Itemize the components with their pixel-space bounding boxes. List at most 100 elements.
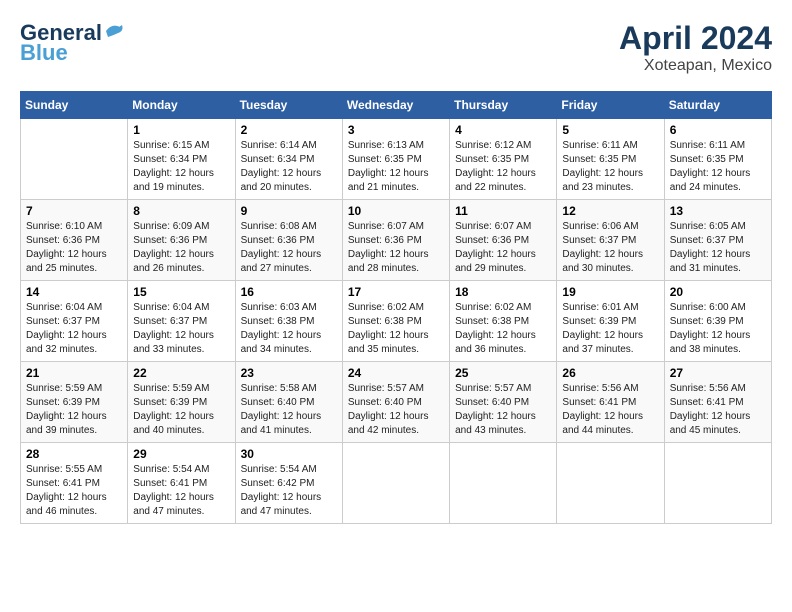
day-number: 20 xyxy=(670,285,766,299)
calendar-table: SundayMondayTuesdayWednesdayThursdayFrid… xyxy=(20,91,772,524)
day-info: Sunrise: 5:59 AM Sunset: 6:39 PM Dayligh… xyxy=(26,382,122,438)
calendar-cell xyxy=(557,443,664,524)
calendar-cell: 13Sunrise: 6:05 AM Sunset: 6:37 PM Dayli… xyxy=(664,200,771,281)
day-info: Sunrise: 6:01 AM Sunset: 6:39 PM Dayligh… xyxy=(562,301,658,357)
day-info: Sunrise: 5:57 AM Sunset: 6:40 PM Dayligh… xyxy=(348,382,444,438)
day-number: 24 xyxy=(348,366,444,380)
calendar-cell xyxy=(450,443,557,524)
day-info: Sunrise: 6:11 AM Sunset: 6:35 PM Dayligh… xyxy=(670,139,766,195)
day-header-tuesday: Tuesday xyxy=(235,92,342,119)
day-number: 23 xyxy=(241,366,337,380)
calendar-cell xyxy=(664,443,771,524)
calendar-subtitle: Xoteapan, Mexico xyxy=(619,57,772,75)
day-number: 30 xyxy=(241,447,337,461)
day-info: Sunrise: 6:11 AM Sunset: 6:35 PM Dayligh… xyxy=(562,139,658,195)
calendar-cell: 23 Sunrise: 5:58 AM Sunset: 6:40 PM Dayli… xyxy=(235,362,342,443)
day-number: 8 xyxy=(133,204,229,218)
logo-blue: Blue xyxy=(20,40,68,66)
day-number: 22 xyxy=(133,366,229,380)
calendar-cell: 12 Sunrise: 6:06 AM Sunset: 6:37 PM Dayli… xyxy=(557,200,664,281)
day-info: Sunrise: 5:59 AM Sunset: 6:39 PM Dayligh… xyxy=(133,382,229,438)
calendar-cell: 2 Sunrise: 6:14 AM Sunset: 6:34 PM Daylig… xyxy=(235,119,342,200)
day-info: Sunrise: 6:03 AM Sunset: 6:38 PM Dayligh… xyxy=(241,301,337,357)
day-number: 26 xyxy=(562,366,658,380)
day-info: Sunrise: 6:04 AM Sunset: 6:37 PM Dayligh… xyxy=(26,301,122,357)
day-number: 6 xyxy=(670,123,766,137)
day-info: Sunrise: 6:07 AM Sunset: 6:36 PM Dayligh… xyxy=(348,220,444,276)
day-number: 7 xyxy=(26,204,122,218)
day-info: Sunrise: 6:04 AM Sunset: 6:37 PM Dayligh… xyxy=(133,301,229,357)
day-number: 12 xyxy=(562,204,658,218)
day-number: 3 xyxy=(348,123,444,137)
calendar-cell: 8 Sunrise: 6:09 AM Sunset: 6:36 PM Daylig… xyxy=(128,200,235,281)
calendar-cell: 24 Sunrise: 5:57 AM Sunset: 6:40 PM Dayli… xyxy=(342,362,449,443)
day-number: 29 xyxy=(133,447,229,461)
calendar-cell: 25 Sunrise: 5:57 AM Sunset: 6:40 PM Dayli… xyxy=(450,362,557,443)
day-info: Sunrise: 6:15 AM Sunset: 6:34 PM Dayligh… xyxy=(133,139,229,195)
title-block: April 2024 Xoteapan, Mexico xyxy=(619,20,772,75)
day-info: Sunrise: 6:09 AM Sunset: 6:36 PM Dayligh… xyxy=(133,220,229,276)
day-info: Sunrise: 5:57 AM Sunset: 6:40 PM Dayligh… xyxy=(455,382,551,438)
day-info: Sunrise: 6:02 AM Sunset: 6:38 PM Dayligh… xyxy=(348,301,444,357)
day-info: Sunrise: 6:07 AM Sunset: 6:36 PM Dayligh… xyxy=(455,220,551,276)
calendar-cell: 29 Sunrise: 5:54 AM Sunset: 6:41 PM Dayli… xyxy=(128,443,235,524)
day-number: 19 xyxy=(562,285,658,299)
calendar-cell: 20 Sunrise: 6:00 AM Sunset: 6:39 PM Dayli… xyxy=(664,281,771,362)
week-row-5: 28 Sunrise: 5:55 AM Sunset: 6:41 PM Dayli… xyxy=(21,443,772,524)
day-number: 25 xyxy=(455,366,551,380)
calendar-cell: 14 Sunrise: 6:04 AM Sunset: 6:37 PM Dayli… xyxy=(21,281,128,362)
week-row-2: 7 Sunrise: 6:10 AM Sunset: 6:36 PM Daylig… xyxy=(21,200,772,281)
day-info: Sunrise: 6:14 AM Sunset: 6:34 PM Dayligh… xyxy=(241,139,337,195)
day-info: Sunrise: 6:13 AM Sunset: 6:35 PM Dayligh… xyxy=(348,139,444,195)
calendar-cell: 21Sunrise: 5:59 AM Sunset: 6:39 PM Dayli… xyxy=(21,362,128,443)
day-number: 15 xyxy=(133,285,229,299)
calendar-cell: 9 Sunrise: 6:08 AM Sunset: 6:36 PM Daylig… xyxy=(235,200,342,281)
logo: General Blue xyxy=(20,20,126,66)
calendar-cell: 15 Sunrise: 6:04 AM Sunset: 6:37 PM Dayli… xyxy=(128,281,235,362)
day-number: 9 xyxy=(241,204,337,218)
logo-bird-icon xyxy=(104,23,126,39)
day-header-monday: Monday xyxy=(128,92,235,119)
day-info: Sunrise: 6:00 AM Sunset: 6:39 PM Dayligh… xyxy=(670,301,766,357)
day-number: 10 xyxy=(348,204,444,218)
day-info: Sunrise: 5:54 AM Sunset: 6:42 PM Dayligh… xyxy=(241,463,337,519)
calendar-cell xyxy=(21,119,128,200)
week-row-3: 14 Sunrise: 6:04 AM Sunset: 6:37 PM Dayli… xyxy=(21,281,772,362)
day-info: Sunrise: 6:08 AM Sunset: 6:36 PM Dayligh… xyxy=(241,220,337,276)
day-info: Sunrise: 5:55 AM Sunset: 6:41 PM Dayligh… xyxy=(26,463,122,519)
page-header: General Blue April 2024 Xoteapan, Mexico xyxy=(20,20,772,75)
calendar-cell: 19 Sunrise: 6:01 AM Sunset: 6:39 PM Dayli… xyxy=(557,281,664,362)
calendar-cell: 11Sunrise: 6:07 AM Sunset: 6:36 PM Dayli… xyxy=(450,200,557,281)
day-number: 18 xyxy=(455,285,551,299)
calendar-cell: 22 Sunrise: 5:59 AM Sunset: 6:39 PM Dayli… xyxy=(128,362,235,443)
days-header-row: SundayMondayTuesdayWednesdayThursdayFrid… xyxy=(21,92,772,119)
day-info: Sunrise: 6:10 AM Sunset: 6:36 PM Dayligh… xyxy=(26,220,122,276)
calendar-cell xyxy=(342,443,449,524)
day-info: Sunrise: 6:12 AM Sunset: 6:35 PM Dayligh… xyxy=(455,139,551,195)
day-number: 17 xyxy=(348,285,444,299)
calendar-cell: 3 Sunrise: 6:13 AM Sunset: 6:35 PM Daylig… xyxy=(342,119,449,200)
day-header-friday: Friday xyxy=(557,92,664,119)
calendar-cell: 7 Sunrise: 6:10 AM Sunset: 6:36 PM Daylig… xyxy=(21,200,128,281)
day-number: 4 xyxy=(455,123,551,137)
calendar-cell: 16 Sunrise: 6:03 AM Sunset: 6:38 PM Dayli… xyxy=(235,281,342,362)
day-info: Sunrise: 5:54 AM Sunset: 6:41 PM Dayligh… xyxy=(133,463,229,519)
calendar-cell: 26Sunrise: 5:56 AM Sunset: 6:41 PM Dayli… xyxy=(557,362,664,443)
calendar-cell: 10 Sunrise: 6:07 AM Sunset: 6:36 PM Dayli… xyxy=(342,200,449,281)
week-row-4: 21Sunrise: 5:59 AM Sunset: 6:39 PM Dayli… xyxy=(21,362,772,443)
calendar-cell: 5Sunrise: 6:11 AM Sunset: 6:35 PM Daylig… xyxy=(557,119,664,200)
day-info: Sunrise: 5:56 AM Sunset: 6:41 PM Dayligh… xyxy=(670,382,766,438)
day-info: Sunrise: 6:05 AM Sunset: 6:37 PM Dayligh… xyxy=(670,220,766,276)
day-info: Sunrise: 6:06 AM Sunset: 6:37 PM Dayligh… xyxy=(562,220,658,276)
day-header-saturday: Saturday xyxy=(664,92,771,119)
calendar-cell: 30 Sunrise: 5:54 AM Sunset: 6:42 PM Dayli… xyxy=(235,443,342,524)
day-number: 14 xyxy=(26,285,122,299)
calendar-cell: 28 Sunrise: 5:55 AM Sunset: 6:41 PM Dayli… xyxy=(21,443,128,524)
calendar-cell: 27Sunrise: 5:56 AM Sunset: 6:41 PM Dayli… xyxy=(664,362,771,443)
day-number: 28 xyxy=(26,447,122,461)
day-info: Sunrise: 5:58 AM Sunset: 6:40 PM Dayligh… xyxy=(241,382,337,438)
day-number: 2 xyxy=(241,123,337,137)
day-header-sunday: Sunday xyxy=(21,92,128,119)
day-number: 16 xyxy=(241,285,337,299)
calendar-cell: 17 Sunrise: 6:02 AM Sunset: 6:38 PM Dayli… xyxy=(342,281,449,362)
